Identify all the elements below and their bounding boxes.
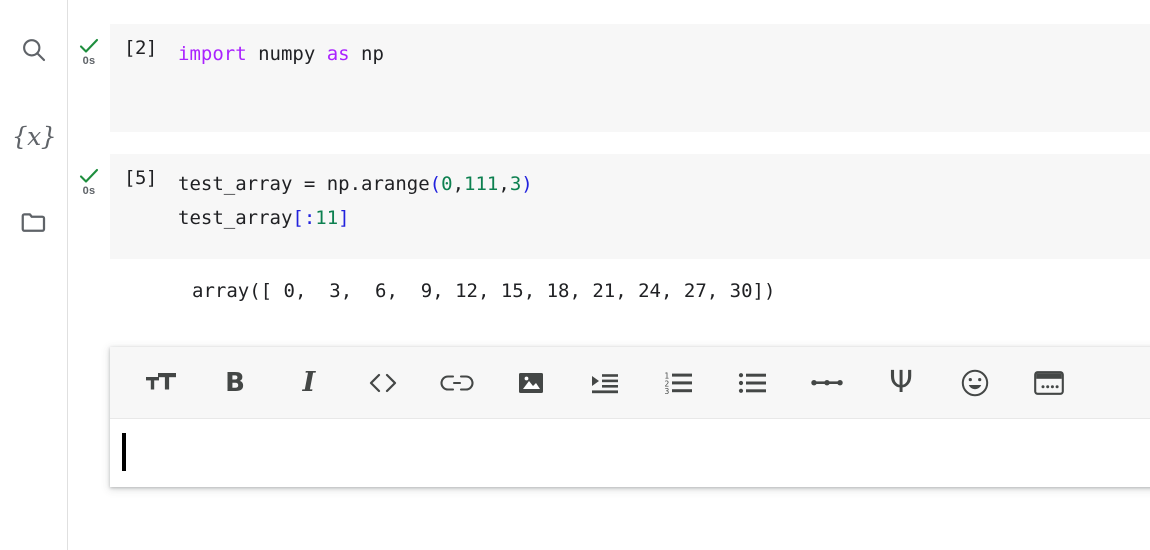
check-icon <box>79 38 99 54</box>
markdown-toolbar: B I 1 2 3 Ψ <box>110 347 1150 419</box>
emoji-smiley-icon <box>960 368 990 398</box>
cell-elapsed-time: 0s <box>82 55 96 67</box>
code-cell[interactable]: [5] test_array = np.arange(0,111,3) test_… <box>110 154 1150 259</box>
numbered-list-icon: 1 2 3 <box>664 370 694 396</box>
code-token: 11 <box>315 207 339 229</box>
widget-button[interactable] <box>1012 347 1086 419</box>
code-token: ] <box>338 207 350 229</box>
code-token: as <box>326 43 350 65</box>
text-size-icon <box>145 368 177 398</box>
code-cell[interactable]: [2] import numpy as np <box>110 24 1150 132</box>
code-editor[interactable]: test_array = np.arange(0,111,3) test_arra… <box>178 167 1150 235</box>
code-token: test_array <box>178 207 293 229</box>
execution-count: [2] <box>124 37 157 59</box>
window-dots-icon <box>1034 370 1064 396</box>
emoji-button[interactable] <box>938 347 1012 419</box>
bold-icon: B <box>225 367 245 398</box>
sidebar-item-files[interactable] <box>0 194 68 250</box>
numbered-list-button[interactable]: 1 2 3 <box>642 347 716 419</box>
code-token: 3 <box>509 173 522 195</box>
sidebar-item-variables[interactable]: {x} <box>0 108 68 164</box>
code-token: 111 <box>464 173 499 195</box>
colab-notebook-screen: {x} 0s [2] import numpy as np 0s [5] tes… <box>0 0 1150 550</box>
bold-button[interactable]: B <box>198 347 272 419</box>
code-token: np <box>349 43 384 65</box>
image-icon <box>517 369 545 397</box>
link-icon <box>440 372 474 394</box>
cell-status-gutter: 0s <box>68 168 110 197</box>
variables-icon: {x} <box>11 121 57 151</box>
bulleted-list-icon <box>738 370 768 396</box>
code-token: 0 <box>441 173 453 195</box>
code-token: , <box>452 173 465 195</box>
text-caret <box>122 433 126 471</box>
check-icon <box>79 168 99 184</box>
sidebar-item-search[interactable] <box>0 22 68 78</box>
code-token: test_array = np.arange <box>178 173 430 195</box>
cell-elapsed-time: 0s <box>82 185 96 197</box>
left-icon-rail: {x} <box>0 0 68 550</box>
cell-output: array([ 0, 3, 6, 9, 12, 15, 18, 21, 24, … <box>110 280 1150 314</box>
markdown-editor-panel: B I 1 2 3 Ψ <box>110 347 1150 487</box>
indent-button[interactable] <box>568 347 642 419</box>
code-token: [: <box>292 207 316 229</box>
latex-psi-icon: Ψ <box>889 364 913 400</box>
link-button[interactable] <box>420 347 494 419</box>
italic-button[interactable]: I <box>272 347 346 419</box>
horizontal-rule-icon <box>810 375 844 391</box>
code-button[interactable] <box>346 347 420 419</box>
horizontal-rule-button[interactable] <box>790 347 864 419</box>
code-brackets-icon <box>367 371 399 395</box>
execution-count: [5] <box>124 167 157 189</box>
bulleted-list-button[interactable] <box>716 347 790 419</box>
folder-icon <box>19 207 49 237</box>
code-editor[interactable]: import numpy as np <box>178 37 1150 71</box>
text-size-button[interactable] <box>124 347 198 419</box>
code-token: import <box>178 43 247 65</box>
latex-button[interactable]: Ψ <box>864 347 938 419</box>
code-token: ) <box>521 173 533 195</box>
search-icon <box>19 35 49 65</box>
code-token: ( <box>429 173 442 195</box>
markdown-text-input[interactable] <box>110 419 1150 487</box>
svg-text:3: 3 <box>665 387 670 396</box>
code-token: numpy <box>246 43 327 65</box>
code-token: , <box>498 173 510 195</box>
italic-icon: I <box>302 367 316 398</box>
indent-increase-icon <box>590 370 620 396</box>
cell-status-gutter: 0s <box>68 38 110 67</box>
image-button[interactable] <box>494 347 568 419</box>
